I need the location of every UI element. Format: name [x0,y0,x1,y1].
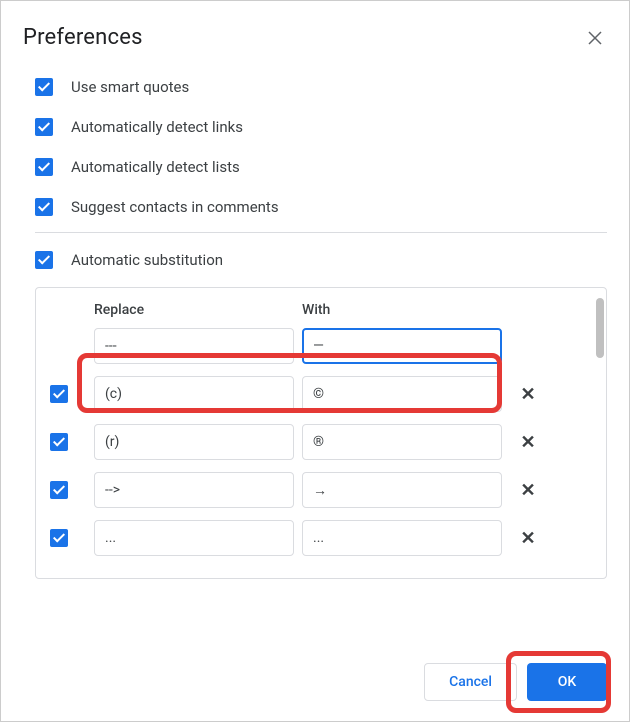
label-smart-quotes: Use smart quotes [71,78,189,96]
delete-icon[interactable]: ✕ [514,524,542,552]
new-with-input[interactable] [302,328,502,364]
replace-input[interactable] [94,376,294,412]
checkbox-smart-quotes[interactable] [35,78,53,96]
checkbox-detect-lists[interactable] [35,158,53,176]
cancel-button[interactable]: Cancel [424,663,517,701]
label-detect-lists: Automatically detect lists [71,158,240,176]
row-checkbox[interactable] [50,385,68,403]
header-with: With [302,302,330,318]
row-checkbox[interactable] [50,481,68,499]
delete-icon[interactable]: ✕ [514,476,542,504]
header-replace: Replace [94,302,294,318]
scrollbar[interactable] [596,298,604,358]
table-row: ✕ [50,520,588,556]
delete-icon[interactable]: ✕ [514,380,542,408]
option-detect-lists: Automatically detect lists [35,158,607,176]
close-icon[interactable] [583,26,607,50]
dialog-title: Preferences [23,25,143,50]
row-checkbox[interactable] [50,433,68,451]
replace-input[interactable] [94,424,294,460]
new-substitution-row [50,328,588,364]
options-list: Use smart quotes Automatically detect li… [23,78,607,216]
dialog-footer: Cancel OK [23,645,607,701]
checkbox-suggest-contacts[interactable] [35,198,53,216]
new-replace-input[interactable] [94,328,294,364]
with-input[interactable] [302,424,502,460]
ok-button[interactable]: OK [527,663,607,701]
with-input[interactable] [302,376,502,412]
option-auto-substitution: Automatic substitution [35,251,607,269]
dialog-header: Preferences [23,25,607,50]
option-detect-links: Automatically detect links [35,118,607,136]
substitution-table: Replace With ✕ ✕ [35,287,607,579]
row-checkbox[interactable] [50,529,68,547]
table-header-row: Replace With [50,302,588,318]
replace-input[interactable] [94,520,294,556]
preferences-dialog: Preferences Use smart quotes Automatical… [1,1,629,721]
table-row: ✕ [50,424,588,460]
with-input[interactable] [302,520,502,556]
table-row: ✕ [50,472,588,508]
label-suggest-contacts: Suggest contacts in comments [71,198,279,216]
label-detect-links: Automatically detect links [71,118,243,136]
substitution-section: Automatic substitution Replace With ✕ [23,251,607,579]
replace-input[interactable] [94,472,294,508]
option-smart-quotes: Use smart quotes [35,78,607,96]
checkbox-auto-substitution[interactable] [35,251,53,269]
with-input[interactable] [302,472,502,508]
table-row: ✕ [50,376,588,412]
checkbox-detect-links[interactable] [35,118,53,136]
divider [35,232,607,233]
option-suggest-contacts: Suggest contacts in comments [35,198,607,216]
label-auto-substitution: Automatic substitution [71,251,223,269]
delete-icon[interactable]: ✕ [514,428,542,456]
